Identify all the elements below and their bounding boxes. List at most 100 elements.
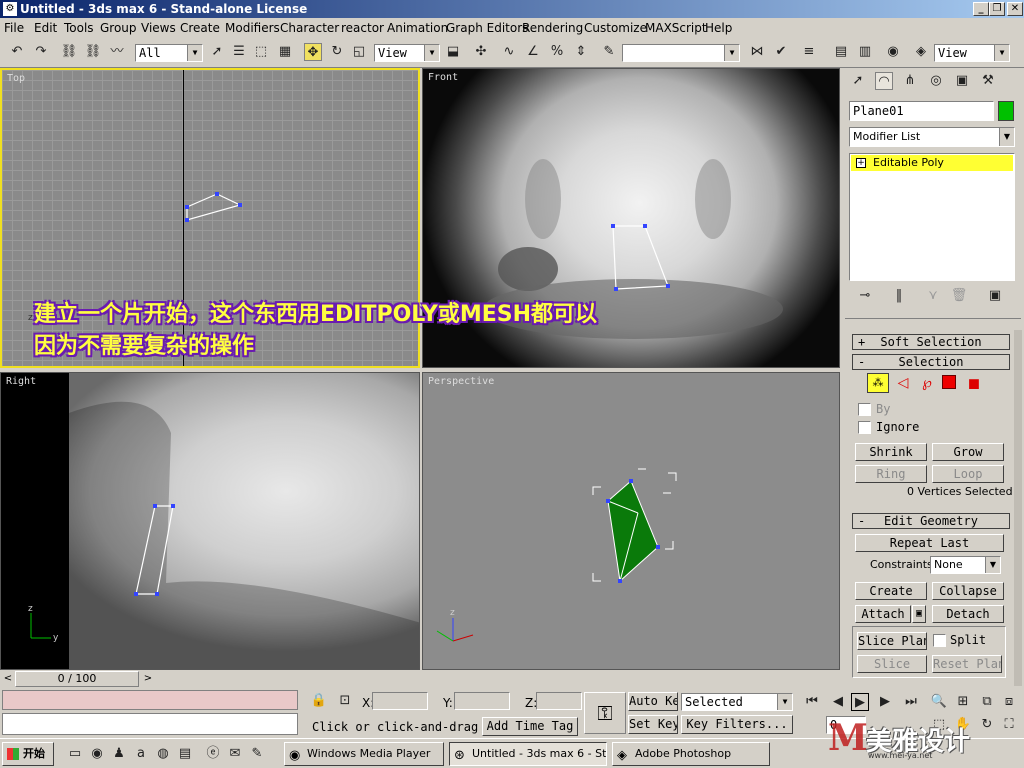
edge-subobject-icon[interactable]: ◁ — [893, 373, 913, 393]
rectangular-selection-icon[interactable]: ⬚ — [252, 43, 270, 61]
loop-button[interactable]: Loop — [932, 465, 1004, 483]
menu-reactor[interactable]: reactor — [341, 21, 384, 35]
mirror-icon[interactable]: ⋈ — [748, 43, 766, 61]
quicklaunch-icon[interactable]: ▤ — [176, 745, 194, 763]
key-mode-dropdown[interactable]: Selected ▼ — [681, 693, 793, 711]
undo-icon[interactable]: ↶ — [8, 43, 26, 61]
edit-named-selection-icon[interactable]: ✎ — [600, 43, 618, 61]
snap-toggle-icon[interactable]: ∿ — [500, 43, 518, 61]
menu-tools[interactable]: Tools — [64, 21, 94, 35]
grow-button[interactable]: Grow — [932, 443, 1004, 461]
select-and-rotate-icon[interactable]: ↻ — [328, 43, 346, 61]
vertex-subobject-button[interactable]: ⁂ — [867, 373, 889, 393]
attach-button[interactable]: Attach — [855, 605, 911, 623]
maxscript-listener-mini[interactable] — [2, 690, 298, 710]
quicklaunch-icon[interactable]: a — [132, 745, 150, 763]
display-tab-icon[interactable]: ▣ — [953, 72, 971, 90]
menu-modifiers[interactable]: Modifiers — [225, 21, 280, 35]
ring-button[interactable]: Ring — [855, 465, 927, 483]
hierarchy-tab-icon[interactable]: ⋔ — [901, 72, 919, 90]
spinner-snap-icon[interactable]: ⇕ — [572, 43, 590, 61]
quicklaunch-icon[interactable]: ♟ — [110, 745, 128, 763]
goto-end-icon[interactable]: ⏭ — [902, 693, 920, 711]
show-end-result-icon[interactable]: ‖ — [890, 287, 908, 305]
named-selection-dropdown[interactable]: ▼ — [622, 44, 740, 62]
previous-frame-icon[interactable]: ◀ — [829, 693, 847, 711]
object-color-swatch[interactable] — [998, 101, 1014, 121]
key-filters-button[interactable]: Key Filters... — [681, 715, 793, 734]
align-icon[interactable]: ✔ — [772, 43, 790, 61]
zoom-extents-all-icon[interactable]: ⧈ — [1000, 693, 1018, 711]
select-and-scale-icon[interactable]: ◱ — [350, 43, 368, 61]
selection-filter-dropdown[interactable]: All ▼ — [135, 44, 203, 62]
percent-snap-icon[interactable]: % — [548, 43, 566, 61]
menu-help[interactable]: Help — [705, 21, 732, 35]
by-vertex-checkbox[interactable] — [858, 403, 871, 416]
rollout-edit-geometry[interactable]: - Edit Geometry — [852, 513, 1010, 529]
angle-snap-icon[interactable]: ∠ — [524, 43, 542, 61]
coord-y-field[interactable] — [454, 692, 510, 710]
add-time-tag-button[interactable]: Add Time Tag — [482, 717, 578, 736]
start-button[interactable]: 开始 — [2, 742, 54, 766]
set-key-button[interactable]: Set Key — [628, 715, 678, 734]
menu-graph-editors[interactable]: Graph Editors — [446, 21, 528, 35]
goto-start-icon[interactable]: ⏮ — [803, 693, 821, 711]
show-desktop-icon[interactable]: ▭ — [66, 745, 84, 763]
menu-create[interactable]: Create — [180, 21, 220, 35]
slice-button[interactable]: Slice — [857, 655, 927, 673]
repeat-last-button[interactable]: Repeat Last — [855, 534, 1004, 552]
select-and-move-icon[interactable]: ✥ — [304, 43, 322, 61]
menu-group[interactable]: Group — [100, 21, 137, 35]
task-windows-media-player[interactable]: ◉ Windows Media Player — [284, 742, 444, 766]
menu-animation[interactable]: Animation — [387, 21, 448, 35]
quicklaunch-icon[interactable]: ◍ — [154, 745, 172, 763]
select-object-icon[interactable]: ➚ — [208, 43, 226, 61]
viewport-right[interactable]: Right z y — [0, 372, 420, 670]
ignore-backfacing-checkbox[interactable] — [858, 421, 871, 434]
bind-space-warp-icon[interactable]: 〰 — [108, 43, 126, 61]
time-slider[interactable]: < 0 / 100 > — [0, 670, 158, 688]
rollout-selection[interactable]: - Selection — [852, 354, 1010, 370]
pin-stack-icon[interactable]: ⊸ — [856, 287, 874, 305]
app-icon[interactable]: ⚙ — [3, 2, 17, 16]
slice-plane-button[interactable]: Slice Plane — [857, 632, 927, 650]
layer-manager-icon[interactable]: ≡ — [800, 43, 818, 61]
detach-button[interactable]: Detach — [932, 605, 1004, 623]
time-slider-next-icon[interactable]: > — [142, 671, 154, 687]
absolute-mode-icon[interactable]: ⊡ — [336, 692, 354, 710]
lock-selection-icon[interactable]: 🔒 — [310, 692, 328, 710]
menu-rendering[interactable]: Rendering — [522, 21, 583, 35]
modifier-list-dropdown[interactable]: Modifier List ▼ — [849, 127, 1015, 147]
render-view-dropdown[interactable]: View ▼ — [934, 44, 1010, 62]
reset-plane-button[interactable]: Reset Plane — [932, 655, 1002, 673]
make-unique-icon[interactable]: ⋎ — [924, 287, 942, 305]
select-manipulate-icon[interactable]: ✣ — [472, 43, 490, 61]
stack-item-editable-poly[interactable]: + Editable Poly — [851, 155, 1013, 171]
constraints-dropdown[interactable]: None ▼ — [930, 556, 1001, 574]
pivot-center-icon[interactable]: ⬓ — [444, 43, 462, 61]
zoom-icon[interactable]: 🔍 — [930, 693, 948, 711]
object-name-field[interactable]: Plane01 — [849, 101, 994, 121]
redo-icon[interactable]: ↷ — [32, 43, 50, 61]
task-3ds-max[interactable]: ⊛ Untitled - 3ds max 6 - St... — [449, 742, 607, 766]
auto-key-button[interactable]: Auto Key — [628, 692, 678, 711]
element-subobject-icon[interactable]: ◼ — [964, 373, 984, 393]
polygon-subobject-icon[interactable] — [942, 375, 956, 389]
attach-list-button[interactable]: ▣ — [912, 605, 926, 623]
menu-maxscript[interactable]: MAXScript — [645, 21, 707, 35]
menu-customize[interactable]: Customize — [584, 21, 647, 35]
collapse-button[interactable]: Collapse — [932, 582, 1004, 600]
create-tab-icon[interactable]: ➚ — [849, 72, 867, 90]
set-key-icon[interactable]: ⚿ — [584, 692, 626, 734]
render-scene-icon[interactable]: ◈ — [912, 43, 930, 61]
expand-plus-icon[interactable]: + — [856, 158, 866, 168]
menu-character[interactable]: Character — [280, 21, 339, 35]
window-crossing-icon[interactable]: ▦ — [276, 43, 294, 61]
viewport-perspective[interactable]: Perspective z — [422, 372, 840, 670]
remove-modifier-icon[interactable]: 🗑 — [950, 287, 968, 305]
minimize-button[interactable]: _ — [973, 2, 989, 16]
menu-views[interactable]: Views — [141, 21, 176, 35]
configure-modifier-sets-icon[interactable]: ▣ — [986, 287, 1004, 305]
menu-edit[interactable]: Edit — [34, 21, 57, 35]
reference-coordinate-dropdown[interactable]: View ▼ — [374, 44, 440, 62]
